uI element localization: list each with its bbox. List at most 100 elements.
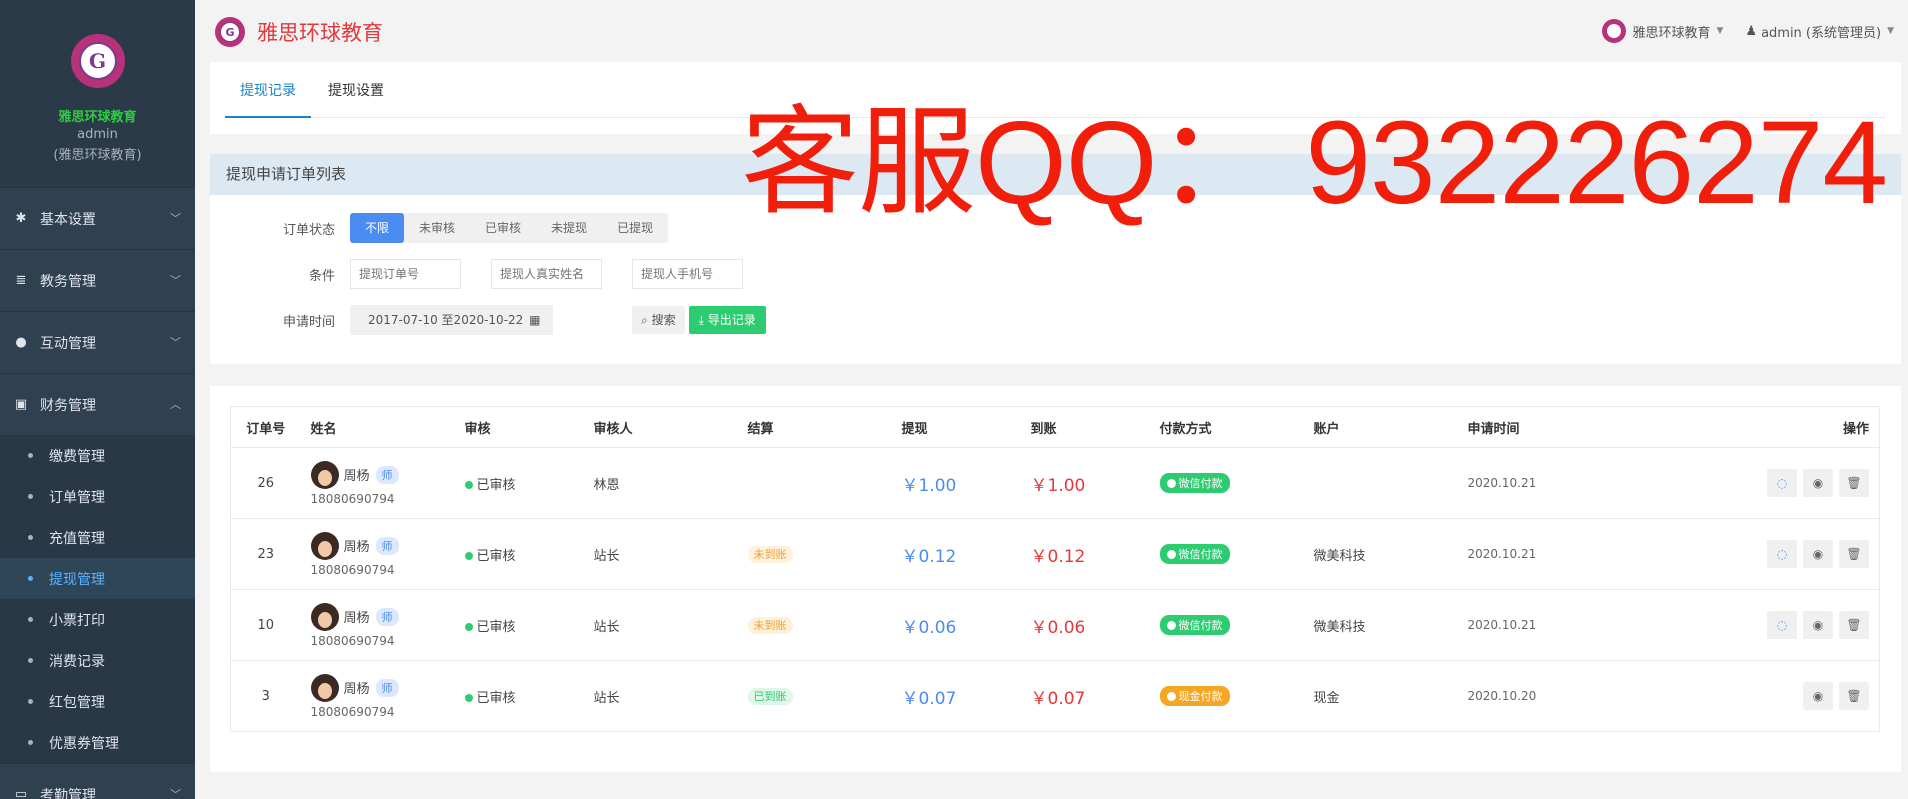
sidebar-group-basic[interactable]: ✱ 基本设置 ﹀ xyxy=(0,187,195,249)
delete-button[interactable]: 🗑 xyxy=(1839,540,1869,568)
tab-withdraw-settings[interactable]: 提现设置 xyxy=(313,62,399,118)
check-icon xyxy=(1166,620,1176,630)
condition-label: 条件 xyxy=(308,268,335,284)
chat-icon: ● xyxy=(15,335,27,350)
col-settle: 结算 xyxy=(737,406,892,448)
sidebar-item-receipt[interactable]: 小票打印 xyxy=(0,599,195,640)
bullet-icon xyxy=(28,535,33,540)
date-range-value: 2017-07-10 至2020-10-22 xyxy=(368,313,524,327)
sidebar-group-attendance[interactable]: ▭ 考勤管理 ﹀ xyxy=(0,763,195,799)
org-menu[interactable]: 雅思环球教育 xyxy=(1632,22,1710,41)
sidebar-group-label: 考勤管理 xyxy=(40,787,96,799)
view-button[interactable]: ◉ xyxy=(1803,611,1833,639)
chevron-down-icon: ﹀ xyxy=(170,788,181,799)
search-button[interactable]: ⌕ 搜索 xyxy=(632,306,685,334)
status-option-unreviewed[interactable]: 未审核 xyxy=(404,213,470,243)
org-avatar-icon xyxy=(1602,19,1627,43)
order-number-input[interactable] xyxy=(350,259,461,289)
review-status: 已审核 xyxy=(476,619,516,635)
sidebar-group-finance[interactable]: ▣ 财务管理 ︿ xyxy=(0,373,195,435)
status-filter-row: 订单状态 不限 未审核 已审核 未提现 已提现 xyxy=(210,213,669,243)
sidebar-item-consumption[interactable]: 消费记录 xyxy=(0,640,195,681)
settle-badge: 已到账 xyxy=(747,688,793,705)
table-row: 26 周杨师 18080690794 已审核 林恩 ￥1.00 ￥1.00 微信付… xyxy=(230,447,1880,519)
col-reviewer: 审核人 xyxy=(583,406,738,448)
status-label: 订单状态 xyxy=(282,222,335,238)
sidebar-group-interaction[interactable]: ● 互动管理 ﹀ xyxy=(0,311,195,373)
teacher-badge: 师 xyxy=(375,607,399,626)
date-range-picker[interactable]: 2017-07-10 至2020-10-22 ▦ xyxy=(350,305,553,335)
date-label: 申请时间 xyxy=(282,314,335,330)
sidebar-group-label: 互动管理 xyxy=(40,335,96,352)
bullet-icon xyxy=(28,453,33,458)
status-option-reviewed[interactable]: 已审核 xyxy=(470,213,536,243)
order-id: 26 xyxy=(230,447,301,519)
download-icon: ⤓ xyxy=(698,313,704,327)
sidebar-group-label: 基本设置 xyxy=(40,211,96,228)
order-id: 23 xyxy=(230,518,301,590)
chevron-down-icon: ﹀ xyxy=(170,212,181,225)
col-review: 审核 xyxy=(454,406,584,448)
watermark-text: 客服QQ： 932226274 xyxy=(741,97,1888,229)
chevron-up-icon: ︿ xyxy=(170,398,181,411)
check-icon xyxy=(1166,478,1176,488)
delete-button[interactable]: 🗑 xyxy=(1839,469,1869,497)
tab-withdraw-records[interactable]: 提现记录 xyxy=(225,62,311,118)
person-name: 周杨 xyxy=(343,469,370,484)
org-logo: G xyxy=(70,34,125,88)
bullet-icon xyxy=(28,699,33,704)
topbar-right: 雅思环球教育 ▼ ♟ admin (系统管理员) ▼ xyxy=(1602,19,1894,43)
sidebar-group-academic[interactable]: ≣ 教务管理 ﹀ xyxy=(0,249,195,311)
search-icon: ⌕ xyxy=(641,313,648,327)
col-withdraw: 提现 xyxy=(891,406,1021,448)
pay-badge: 微信付款 xyxy=(1159,544,1230,564)
user-menu[interactable]: admin (系统管理员) xyxy=(1761,22,1881,41)
withdraw-amount: ￥1.00 xyxy=(901,475,957,496)
account xyxy=(1303,447,1458,519)
view-button[interactable]: ◉ xyxy=(1803,469,1833,497)
status-dot-icon xyxy=(464,693,473,702)
sidebar-org-name: 雅思环球教育 xyxy=(58,110,137,125)
sidebar-item-payment[interactable]: 缴费管理 xyxy=(0,435,195,476)
review-status: 已审核 xyxy=(476,548,516,564)
real-name-input[interactable] xyxy=(491,259,602,289)
sidebar-item-orders[interactable]: 订单管理 xyxy=(0,476,195,517)
view-button[interactable]: ◉ xyxy=(1803,540,1833,568)
reviewer: 林恩 xyxy=(583,447,738,519)
bullet-icon xyxy=(28,617,33,622)
delete-button[interactable]: 🗑 xyxy=(1839,611,1869,639)
pay-badge: 微信付款 xyxy=(1159,473,1230,493)
export-button[interactable]: ⤓ 导出记录 xyxy=(688,306,766,334)
col-actions: 操作 xyxy=(1611,406,1880,448)
withdraw-amount: ￥0.12 xyxy=(901,546,957,567)
view-button[interactable]: ◉ xyxy=(1803,682,1833,710)
sidebar-item-recharge[interactable]: 充值管理 xyxy=(0,517,195,558)
process-button[interactable]: ◌ xyxy=(1767,611,1797,639)
process-button[interactable]: ◌ xyxy=(1767,540,1797,568)
phone-input[interactable] xyxy=(632,259,743,289)
avatar xyxy=(310,460,339,489)
finance-submenu: 缴费管理 订单管理 充值管理 提现管理 小票打印 消费记录 红包管理 优惠券管理 xyxy=(0,435,195,763)
avatar xyxy=(310,673,339,702)
apply-date: 2020.10.21 xyxy=(1457,447,1612,519)
phone: 18080690794 xyxy=(310,491,395,506)
delete-button[interactable]: 🗑 xyxy=(1839,682,1869,710)
apply-date: 2020.10.21 xyxy=(1457,589,1612,661)
settle-badge: 未到账 xyxy=(747,617,793,634)
gear-icon: ✱ xyxy=(15,211,27,226)
brand-name: 雅思环球教育 xyxy=(257,21,383,45)
person-name: 周杨 xyxy=(343,611,370,626)
table-row: 10 周杨师 18080690794 已审核 站长 未到账 ￥0.06 ￥0.06… xyxy=(230,589,1880,661)
process-button[interactable]: ◌ xyxy=(1767,469,1797,497)
sidebar-item-redpacket[interactable]: 红包管理 xyxy=(0,681,195,722)
status-option-withdrawn[interactable]: 已提现 xyxy=(602,213,668,243)
col-name: 姓名 xyxy=(300,406,455,448)
phone: 18080690794 xyxy=(310,704,395,719)
person-name: 周杨 xyxy=(343,540,370,555)
status-option-not-withdrawn[interactable]: 未提现 xyxy=(536,213,602,243)
status-option-all[interactable]: 不限 xyxy=(350,213,405,243)
bullet-icon xyxy=(28,658,33,663)
sidebar-item-coupon[interactable]: 优惠券管理 xyxy=(0,722,195,763)
status-segmented: 不限 未审核 已审核 未提现 已提现 xyxy=(350,213,669,243)
sidebar-item-withdraw[interactable]: 提现管理 xyxy=(0,558,195,599)
